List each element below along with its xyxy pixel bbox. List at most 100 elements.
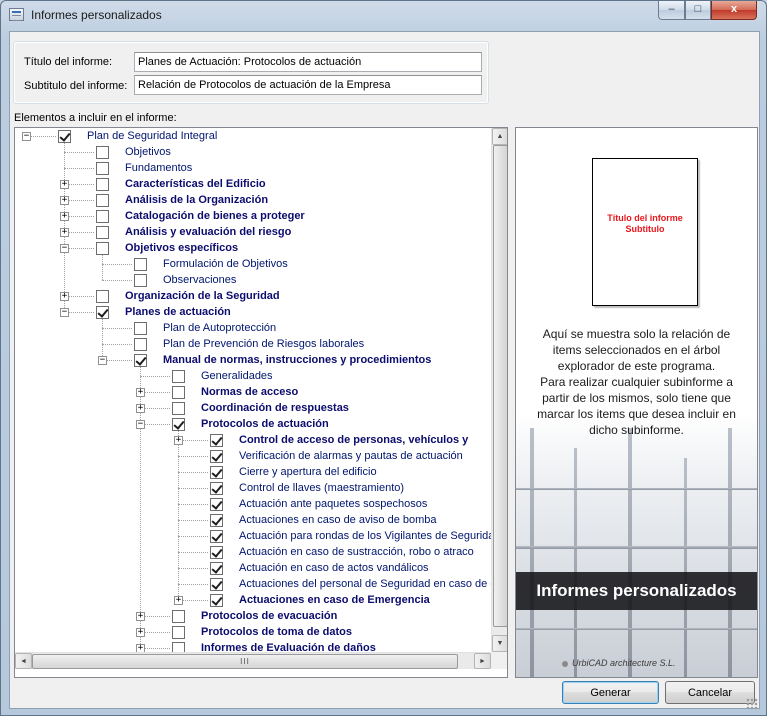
tree-node-label[interactable]: Protocolos de actuación — [201, 416, 329, 432]
tree-node-label[interactable]: Catalogación de bienes a proteger — [125, 208, 305, 224]
tree-node-checkbox[interactable] — [210, 530, 223, 543]
tree-node-checkbox[interactable] — [96, 162, 109, 175]
report-subtitle-input[interactable] — [134, 75, 482, 95]
tree-node-checkbox[interactable] — [210, 466, 223, 479]
tree-node-label[interactable]: Actuación en caso de actos vandálicos — [239, 560, 429, 576]
maximize-button[interactable]: □ — [685, 1, 711, 20]
tree-node-checkbox[interactable] — [96, 210, 109, 223]
tree-node-label[interactable]: Análisis de la Organización — [125, 192, 268, 208]
tree-node-checkbox[interactable] — [96, 242, 109, 255]
tree-node-checkbox[interactable] — [96, 194, 109, 207]
tree-node-label[interactable]: Planes de actuación — [125, 304, 231, 320]
tree-node-checkbox[interactable] — [210, 434, 223, 447]
expand-node-icon[interactable]: + — [60, 196, 69, 205]
scroll-right-arrow-icon[interactable]: ► — [474, 653, 491, 669]
tree-node-label[interactable]: Actuación en caso de sustracción, robo o… — [239, 544, 474, 560]
expand-node-icon[interactable]: + — [136, 628, 145, 637]
tree-node-checkbox[interactable] — [96, 290, 109, 303]
tree-node-label[interactable]: Generalidades — [201, 368, 273, 384]
tree-node-label[interactable]: Control de acceso de personas, vehículos… — [239, 432, 468, 448]
tree-node-checkbox[interactable] — [134, 258, 147, 271]
tree-node-checkbox[interactable] — [210, 546, 223, 559]
tree-node-checkbox[interactable] — [172, 626, 185, 639]
tree-node-checkbox[interactable] — [134, 338, 147, 351]
tree-node-checkbox[interactable] — [210, 578, 223, 591]
tree-node-label[interactable]: Actuaciones en caso de aviso de bomba — [239, 512, 437, 528]
vertical-scroll-thumb[interactable] — [493, 145, 507, 627]
tree-node-label[interactable]: Plan de Seguridad Integral — [87, 128, 217, 144]
expand-node-icon[interactable]: + — [136, 388, 145, 397]
tree-node-label[interactable]: Análisis y evaluación del riesgo — [125, 224, 291, 240]
expand-node-icon[interactable]: + — [60, 212, 69, 221]
tree-node-checkbox[interactable] — [210, 562, 223, 575]
elements-tree[interactable]: − Plan de Seguridad Integral Objetivos Fund… — [14, 127, 508, 678]
tree-node-label[interactable]: Control de llaves (maestramiento) — [239, 480, 404, 496]
expand-node-icon[interactable]: + — [136, 644, 145, 652]
tree-node-checkbox[interactable] — [172, 402, 185, 415]
tree-horizontal-scrollbar[interactable]: ◄ III ► — [15, 652, 491, 669]
tree-node-label[interactable]: Actuaciones del personal de Seguridad en… — [239, 576, 491, 592]
tree-node-checkbox[interactable] — [58, 130, 71, 143]
close-button[interactable]: x — [711, 1, 757, 20]
tree-node-label[interactable]: Organización de la Seguridad — [125, 288, 280, 304]
tree-node-checkbox[interactable] — [210, 498, 223, 511]
tree-node-label[interactable]: Actuación ante paquetes sospechosos — [239, 496, 427, 512]
tree-node-checkbox[interactable] — [172, 610, 185, 623]
collapse-node-icon[interactable]: − — [60, 308, 69, 317]
collapse-node-icon[interactable]: − — [98, 356, 107, 365]
tree-node-checkbox[interactable] — [172, 370, 185, 383]
generate-button[interactable]: Generar — [562, 681, 659, 704]
tree-node-checkbox[interactable] — [96, 178, 109, 191]
expand-node-icon[interactable]: + — [174, 596, 183, 605]
tree-vertical-scrollbar[interactable]: ▲ ▼ — [491, 128, 507, 652]
tree-node-label[interactable]: Protocolos de evacuación — [201, 608, 337, 624]
collapse-node-icon[interactable]: − — [22, 132, 31, 141]
tree-node-checkbox[interactable] — [172, 642, 185, 652]
title-bar[interactable]: Informes personalizados – □ x — [1, 1, 766, 29]
tree-node-label[interactable]: Actuación para rondas de los Vigilantes … — [239, 528, 491, 544]
tree-node-checkbox[interactable] — [134, 354, 147, 367]
tree-node-label[interactable]: Observaciones — [163, 272, 236, 288]
tree-node-label[interactable]: Objetivos específicos — [125, 240, 238, 256]
tree-node-label[interactable]: Objetivos — [125, 144, 171, 160]
report-title-input[interactable] — [134, 52, 482, 72]
tree-node-checkbox[interactable] — [96, 306, 109, 319]
tree-node-label[interactable]: Plan de Prevención de Riesgos laborales — [163, 336, 364, 352]
tree-node-label[interactable]: Informes de Evaluación de daños — [201, 640, 376, 652]
expand-node-icon[interactable]: + — [136, 404, 145, 413]
tree-node-checkbox[interactable] — [134, 322, 147, 335]
tree-node-label[interactable]: Fundamentos — [125, 160, 192, 176]
expand-node-icon[interactable]: + — [136, 612, 145, 621]
tree-node-checkbox[interactable] — [210, 450, 223, 463]
tree-node-label[interactable]: Manual de normas, instrucciones y proced… — [163, 352, 431, 368]
scroll-up-arrow-icon[interactable]: ▲ — [492, 128, 507, 145]
tree-node-checkbox[interactable] — [96, 226, 109, 239]
resize-grip-icon[interactable] — [746, 698, 758, 710]
tree-node-label[interactable]: Protocolos de toma de datos — [201, 624, 352, 640]
tree-node-label[interactable]: Características del Edificio — [125, 176, 266, 192]
expand-node-icon[interactable]: + — [60, 180, 69, 189]
tree-node-checkbox[interactable] — [210, 514, 223, 527]
tree-node-label[interactable]: Formulación de Objetivos — [163, 256, 288, 272]
horizontal-scroll-thumb[interactable]: III — [32, 654, 458, 669]
tree-node-label[interactable]: Verificación de alarmas y pautas de actu… — [239, 448, 463, 464]
scroll-down-arrow-icon[interactable]: ▼ — [492, 635, 507, 652]
tree-node-label[interactable]: Plan de Autoprotección — [163, 320, 276, 336]
tree-node-label[interactable]: Coordinación de respuestas — [201, 400, 349, 416]
collapse-node-icon[interactable]: − — [60, 244, 69, 253]
collapse-node-icon[interactable]: − — [136, 420, 145, 429]
tree-node-checkbox[interactable] — [172, 386, 185, 399]
cancel-button[interactable]: Cancelar — [665, 681, 755, 704]
tree-node-checkbox[interactable] — [96, 146, 109, 159]
expand-node-icon[interactable]: + — [174, 436, 183, 445]
tree-node-checkbox[interactable] — [210, 482, 223, 495]
minimize-button[interactable]: – — [658, 1, 685, 20]
expand-node-icon[interactable]: + — [60, 228, 69, 237]
tree-node-checkbox[interactable] — [134, 274, 147, 287]
scroll-left-arrow-icon[interactable]: ◄ — [15, 653, 32, 669]
tree-node-checkbox[interactable] — [210, 594, 223, 607]
tree-node-label[interactable]: Cierre y apertura del edificio — [239, 464, 377, 480]
tree-node-label[interactable]: Actuaciones en caso de Emergencia — [239, 592, 430, 608]
tree-node-label[interactable]: Normas de acceso — [201, 384, 298, 400]
expand-node-icon[interactable]: + — [60, 292, 69, 301]
